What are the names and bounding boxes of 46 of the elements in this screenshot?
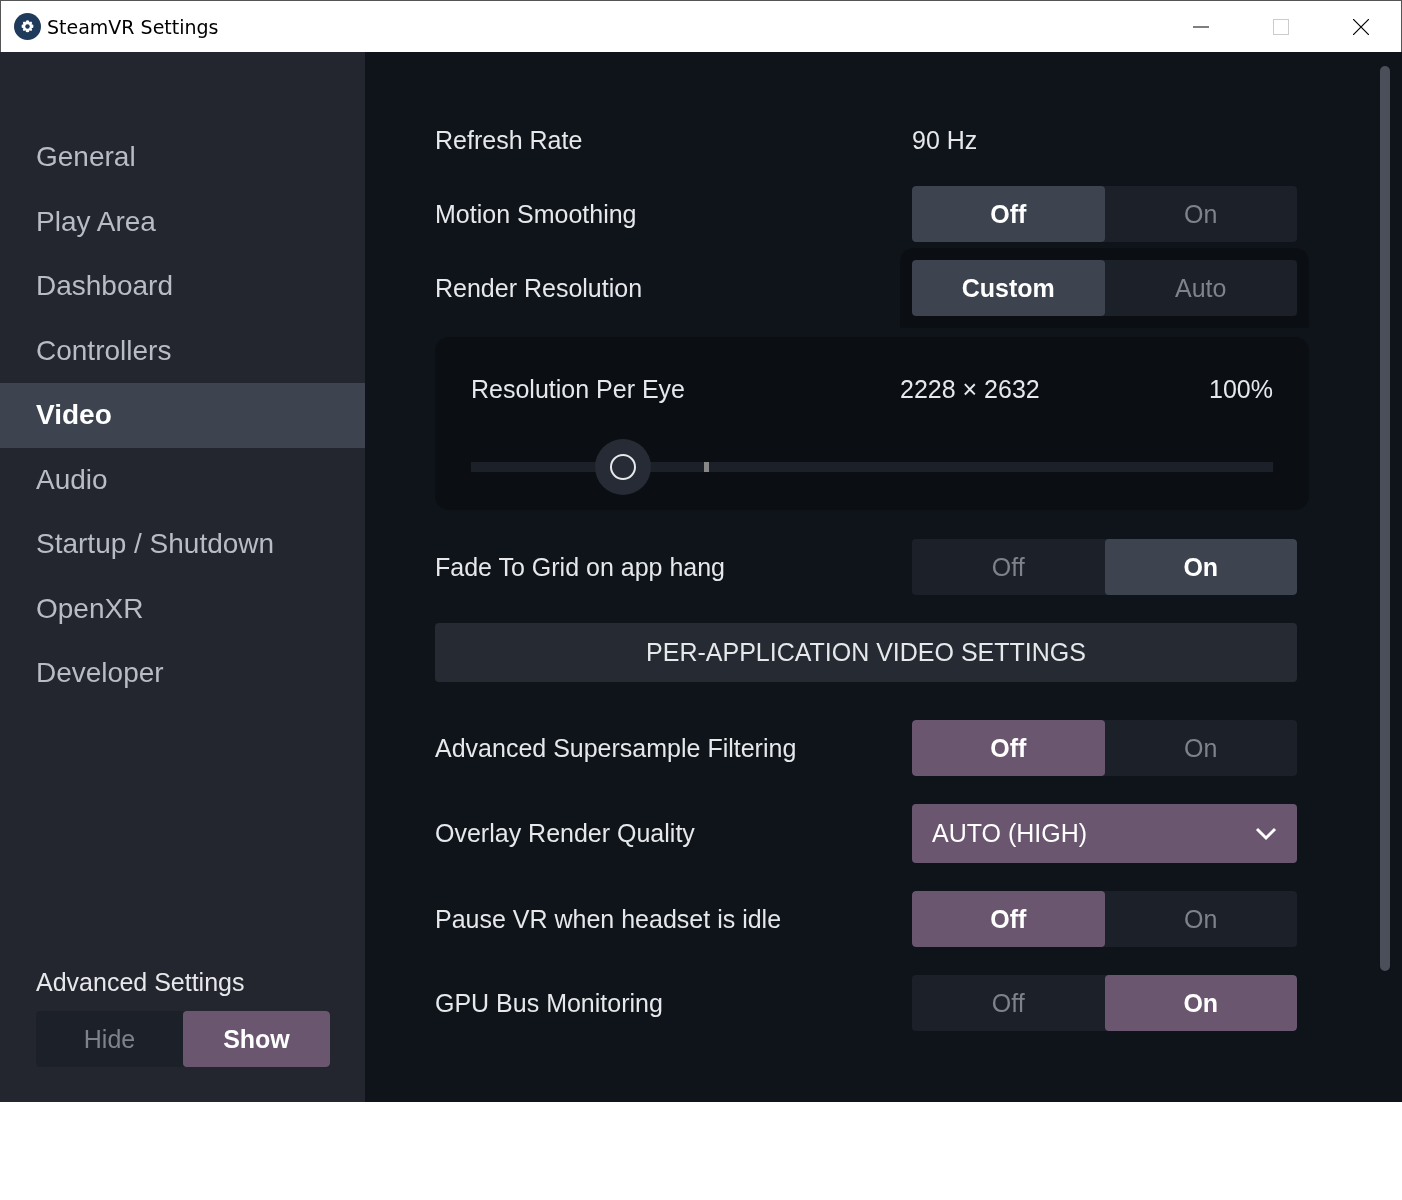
chevron-down-icon	[1255, 826, 1277, 841]
sidebar-item[interactable]: Developer	[0, 641, 365, 706]
toggle-option[interactable]: Hide	[36, 1011, 183, 1067]
sidebar-item[interactable]: OpenXR	[0, 576, 365, 641]
toggle-option[interactable]: On	[1104, 539, 1297, 595]
toggle-option[interactable]: Custom	[912, 260, 1105, 316]
resolution-value: 2228 × 2632	[900, 375, 1040, 404]
toggle-option[interactable]: On	[1104, 186, 1297, 242]
toggle-option[interactable]: On	[1104, 975, 1297, 1031]
setting-label: Refresh Rate	[435, 125, 584, 155]
setting-label: Fade To Grid on app hang	[435, 552, 727, 582]
setting-value: 90 Hz	[912, 125, 978, 155]
sidebar-item[interactable]: General	[0, 125, 365, 190]
setting-label: GPU Bus Monitoring	[435, 988, 664, 1018]
close-icon[interactable]	[1353, 18, 1369, 35]
resolution-percent: 100%	[1209, 375, 1273, 404]
toggle-option[interactable]: On	[1104, 720, 1297, 776]
setting-label: Render Resolution	[435, 273, 644, 303]
setting-label: Motion Smoothing	[435, 199, 638, 229]
sidebar-item[interactable]: Play Area	[0, 189, 365, 254]
toggle-option[interactable]: Off	[912, 539, 1105, 595]
scrollbar[interactable]	[1380, 66, 1390, 971]
dropdown-value: AUTO (HIGH)	[932, 819, 1088, 848]
toggle-option[interactable]: Off	[912, 186, 1105, 242]
sidebar-item[interactable]: Controllers	[0, 318, 365, 383]
toggle-option[interactable]: On	[1104, 891, 1297, 947]
slider-tick-mark	[703, 462, 709, 472]
setting-label: Pause VR when headset is idle	[435, 904, 783, 934]
resolution-label: Resolution Per Eye	[471, 375, 686, 404]
toggle-option[interactable]: Off	[912, 975, 1105, 1031]
toggle-option[interactable]: Show	[183, 1011, 330, 1067]
gear-icon	[14, 13, 41, 40]
toggle-option[interactable]: Auto	[1104, 260, 1297, 316]
dropdown[interactable]: AUTO (HIGH)	[912, 804, 1297, 863]
minimize-icon[interactable]	[1193, 25, 1209, 28]
window-title: SteamVR Settings	[47, 15, 219, 38]
sidebar-item[interactable]: Audio	[0, 447, 365, 512]
toggle-option[interactable]: Off	[912, 891, 1105, 947]
setting-label: Advanced Supersample Filtering	[435, 733, 798, 763]
advanced-settings-label: Advanced Settings	[36, 968, 245, 997]
setting-label: Overlay Render Quality	[435, 819, 696, 848]
sidebar-item[interactable]: Startup / Shutdown	[0, 512, 365, 577]
per-application-button[interactable]: PER-APPLICATION VIDEO SETTINGS	[435, 623, 1297, 682]
sidebar-item[interactable]: Video	[0, 383, 365, 448]
toggle-option[interactable]: Off	[912, 720, 1105, 776]
sidebar-item[interactable]: Dashboard	[0, 254, 365, 319]
